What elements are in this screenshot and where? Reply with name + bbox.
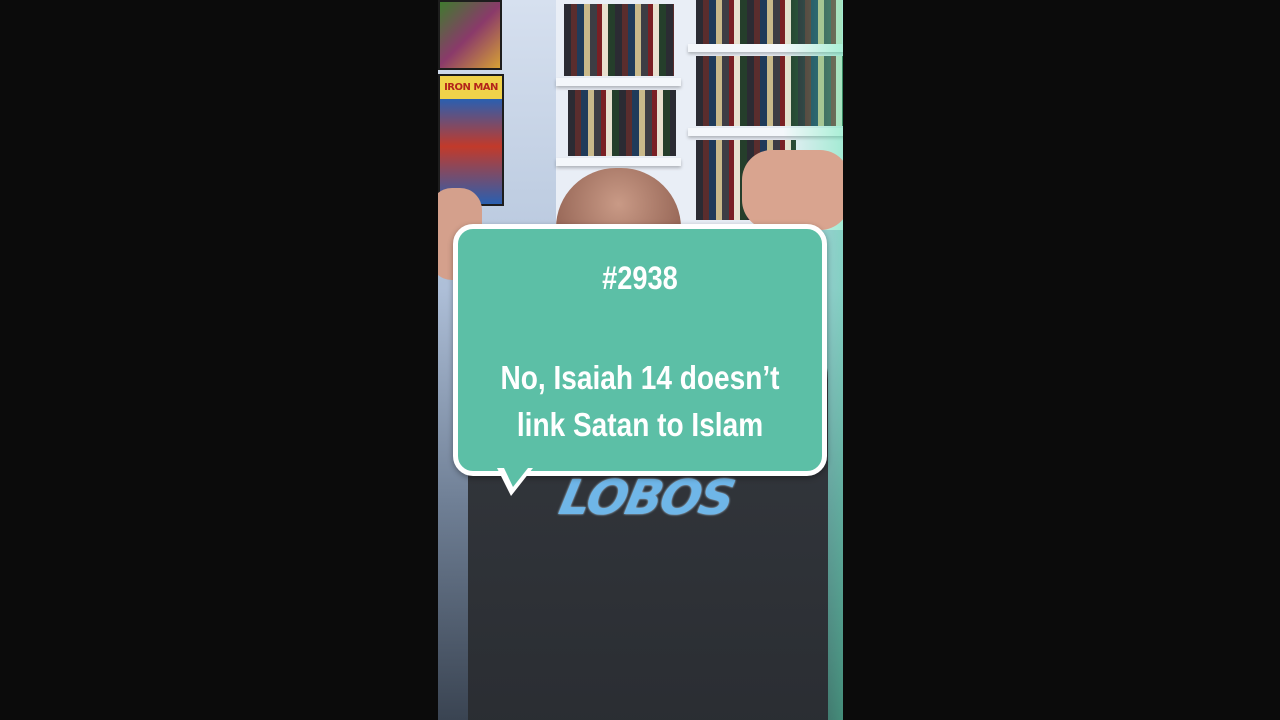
caption-line-1: No, Isaiah 14 doesn’t (500, 359, 780, 396)
shelf-board (556, 78, 681, 86)
shirt-logo: LOBOS (554, 470, 739, 526)
books-row (568, 90, 676, 156)
books-row (564, 4, 674, 76)
right-fist (742, 150, 843, 230)
video-player-stage: IRON MAN LOBOS #2938 No, Isaiah 14 doesn… (0, 0, 1280, 720)
comic-poster-top (438, 0, 502, 70)
speech-bubble-tail-fill (504, 468, 528, 487)
iron-man-poster: IRON MAN (438, 74, 504, 206)
poster-title: IRON MAN (444, 82, 498, 93)
episode-number: #2938 (602, 260, 678, 296)
caption-text: No, Isaiah 14 doesn’t link Satan to Isla… (481, 354, 799, 448)
caption-line-2: link Satan to Islam (516, 406, 764, 443)
shelf-board (556, 158, 681, 166)
